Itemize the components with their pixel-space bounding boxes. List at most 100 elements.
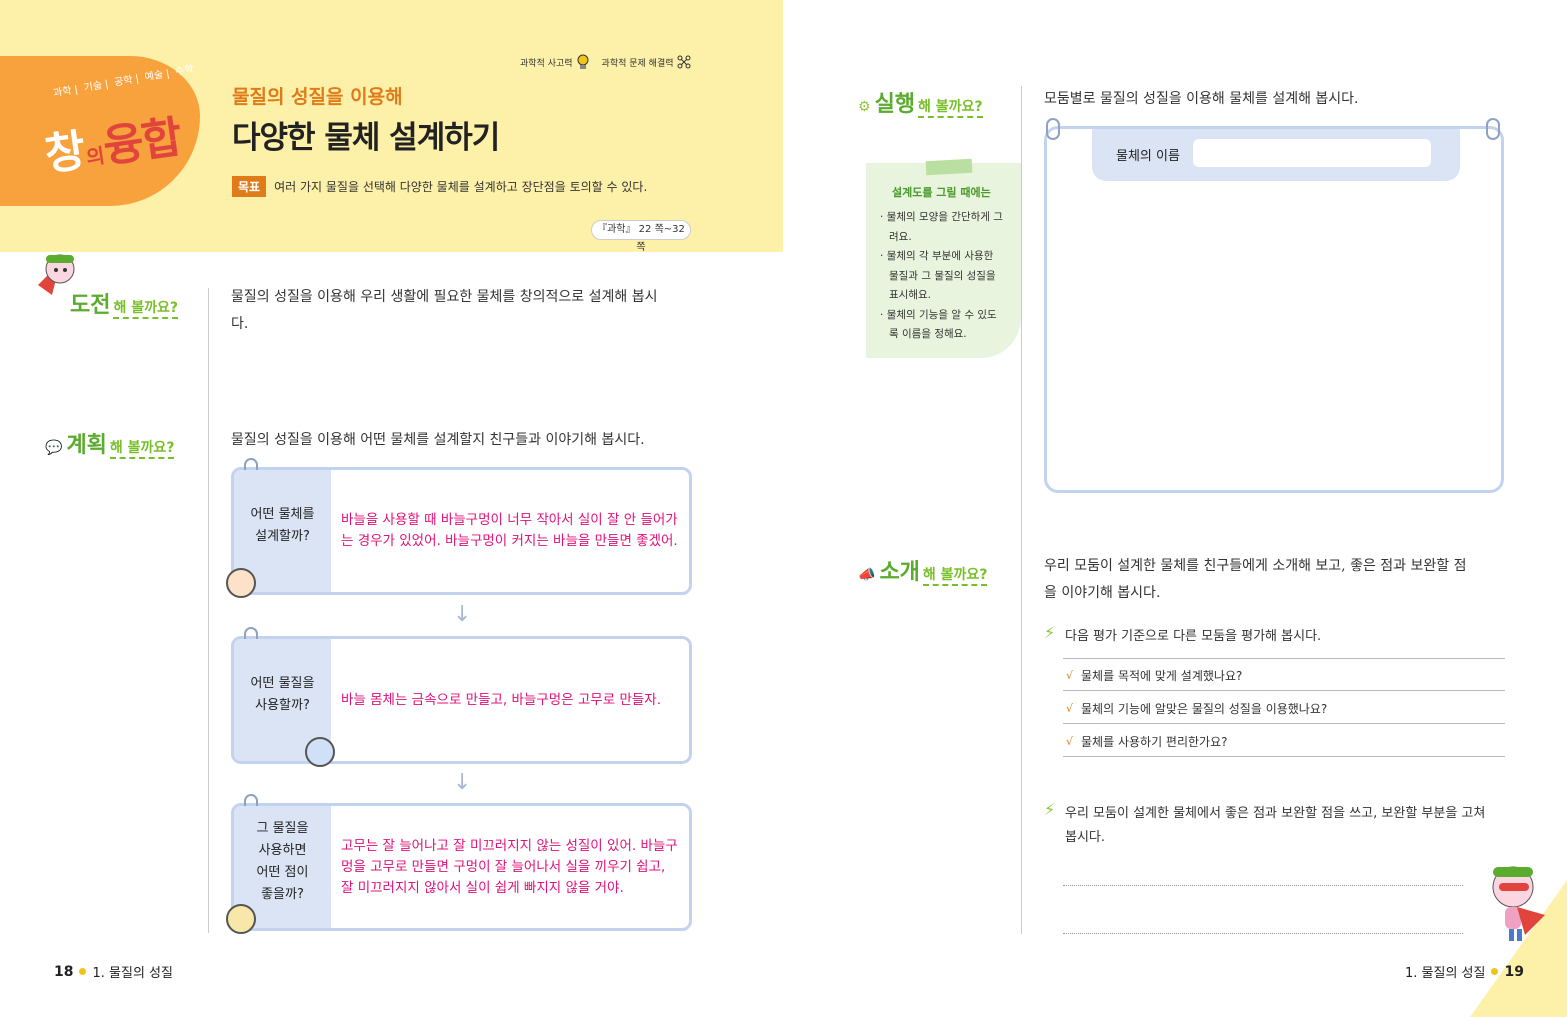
section-challenge-suffix: 해 볼까요? <box>113 297 178 319</box>
plan-card: 어떤 물체를 설계할까? 바늘을 사용할 때 바늘구멍이 너무 작아서 실이 잘… <box>226 458 692 598</box>
section-plan: 💬 계획 해 볼까요? <box>45 427 175 459</box>
section-plan-suffix: 해 볼까요? <box>109 437 175 459</box>
plan-question-line: 좋을까? <box>261 887 304 902</box>
criteria-text: 물체의 기능에 알맞은 물질의 성질을 이용했나요? <box>1081 702 1328 716</box>
plan-question-line: 어떤 물체를 <box>250 507 315 522</box>
challenge-text: 물질의 성질을 이용해 우리 생활에 필요한 물체를 창의적으로 설계해 봅시 … <box>231 284 693 338</box>
object-name-label: 물체의 이름 <box>1116 149 1180 164</box>
divider <box>1063 690 1505 691</box>
network-icon <box>677 55 691 69</box>
execute-intro: 모둠별로 물질의 성질을 이용해 물체를 설계해 봅시다. <box>1044 91 1359 107</box>
section-introduce: 📣 소개 해 볼까요? <box>858 554 988 586</box>
arrow-down-icon: ↓ <box>453 770 472 795</box>
tape-decoration <box>925 158 973 176</box>
chapter-label: 1. 물질의 성질 <box>1405 966 1486 981</box>
goal: 목표 여러 가지 물질을 선택해 다양한 물체를 설계하고 장단점을 토의할 수… <box>232 176 647 197</box>
write-prompt-line2: 봅시다. <box>1065 830 1106 845</box>
bullet-dot-icon <box>79 968 87 975</box>
chapter-label: 1. 물질의 성질 <box>92 966 173 981</box>
subtitle: 물질의 성질을 이용해 <box>232 86 403 108</box>
divider <box>208 288 209 933</box>
binder-ring-icon <box>1486 118 1500 140</box>
section-introduce-title: 소개 <box>879 560 920 585</box>
gear-icon: ⚙ <box>858 99 871 115</box>
divider <box>1063 756 1505 757</box>
plan-card: 그 물질을 사용하면 어떤 점이 좋을까? 고무는 잘 늘어나고 잘 미끄러지지… <box>226 794 692 934</box>
introduce-intro-line2: 을 이야기해 봅시다. <box>1044 585 1161 601</box>
brand-part2: 의 <box>84 143 105 170</box>
lightbulb-icon <box>577 54 589 69</box>
criteria-item: √ 물체를 사용하기 편리한가요? <box>1066 733 1228 750</box>
section-introduce-suffix: 해 볼까요? <box>922 564 988 586</box>
criteria-item: √ 물체의 기능에 알맞은 물질의 성질을 이용했나요? <box>1066 700 1327 717</box>
plan-question-line: 어떤 점이 <box>256 865 309 880</box>
plan-question-line: 그 물질을 <box>256 821 309 836</box>
design-drawing-area[interactable] <box>1044 126 1504 493</box>
introduce-intro: 우리 모둠이 설계한 물체를 친구들에게 소개해 보고, 좋은 점과 보완할 점… <box>1044 553 1514 607</box>
plan-card-question: 그 물질을 사용하면 어떤 점이 좋을까? <box>226 806 331 934</box>
design-tips-list: · 물체의 모양을 간단하게 그려요. · 물체의 각 부분에 사용한 물질과 … <box>880 208 1005 345</box>
design-tip-item: · 물체의 각 부분에 사용한 물질과 그 물질의 성질을 표시해요. <box>880 250 996 301</box>
skill-problem-solving: 과학적 문제 해결력 <box>602 55 691 69</box>
skill-problem-solving-label: 과학적 문제 해결력 <box>601 58 674 69</box>
plan-intro: 물질의 성질을 이용해 어떤 물체를 설계할지 친구들과 이야기해 봅시다. <box>231 432 645 448</box>
megaphone-icon: 📣 <box>858 567 876 583</box>
section-challenge: 도전 해 볼까요? <box>70 287 178 319</box>
section-plan-title: 계획 <box>66 433 107 458</box>
divider <box>1021 86 1022 934</box>
section-execute: ⚙ 실행 해 볼까요? <box>858 86 983 118</box>
skill-thinking: 과학적 사고력 <box>520 54 590 70</box>
speech-bubble-icon: 💬 <box>45 440 63 456</box>
design-tips-title: 설계도를 그릴 때에는 <box>892 186 991 199</box>
design-tip-text: 물체의 모양을 간단하게 그려요. <box>886 211 1003 243</box>
lightning-icon: ⚡ <box>1044 623 1056 642</box>
student-face-icon <box>305 737 335 767</box>
challenge-text-line2: 다. <box>231 316 249 332</box>
goal-tag: 목표 <box>232 176 267 197</box>
page-footer-right: 1. 물질의 성질 19 <box>1405 962 1524 982</box>
divider <box>1063 658 1505 659</box>
student-face-icon <box>226 568 256 598</box>
answer-line[interactable] <box>1063 933 1463 934</box>
brand-part1: 창 <box>41 125 87 182</box>
plan-question-line: 사용할까? <box>255 698 310 713</box>
plan-question-line: 어떤 물질을 <box>250 676 315 691</box>
page-footer-left: 18 1. 물질의 성질 <box>54 962 173 982</box>
mascot-illustration <box>1492 866 1545 941</box>
section-execute-suffix: 해 볼까요? <box>918 96 983 118</box>
challenge-text-line1: 물질의 성질을 이용해 우리 생활에 필요한 물체를 창의적으로 설계해 봅시 <box>231 289 658 305</box>
section-execute-title: 실행 <box>874 92 916 117</box>
answer-line[interactable] <box>1063 885 1463 886</box>
plan-card: 어떤 물질을 사용할까? 바늘 몸체는 금속으로 만들고, 바늘구멍은 고무로 … <box>231 627 692 767</box>
plan-card-answer: 바늘 몸체는 금속으로 만들고, 바늘구멍은 고무로 만들자. <box>341 691 661 708</box>
plan-question-line: 설계할까? <box>255 529 310 544</box>
criteria-text: 물체를 목적에 맞게 설계했나요? <box>1081 669 1243 683</box>
object-name-field[interactable] <box>1193 139 1431 167</box>
lightning-icon: ⚡ <box>1044 800 1056 819</box>
check-icon: √ <box>1066 735 1074 748</box>
check-icon: √ <box>1066 669 1074 682</box>
plan-question-line: 사용하면 <box>258 843 307 858</box>
design-tip-text: 물체의 기능을 알 수 있도록 이름을 정해요. <box>886 308 997 341</box>
write-prompt-line1: 우리 모둠이 설계한 물체에서 좋은 점과 보완할 점을 쓰고, 보완할 부분을… <box>1065 806 1486 821</box>
skill-thinking-label: 과학적 사고력 <box>520 58 573 69</box>
plan-card-question: 어떤 물체를 설계할까? <box>226 470 331 598</box>
design-tip-item: · 물체의 기능을 알 수 있도록 이름을 정해요. <box>880 308 997 341</box>
design-tip-text: 물체의 각 부분에 사용한 물질과 그 물질의 성질을 표시해요. <box>886 250 996 301</box>
criteria-text: 물체를 사용하기 편리한가요? <box>1081 735 1228 749</box>
brand-part3: 융합 <box>100 111 184 173</box>
arrow-down-icon: ↓ <box>453 602 472 627</box>
divider <box>1063 723 1505 724</box>
introduce-intro-line1: 우리 모둠이 설계한 물체를 친구들에게 소개해 보고, 좋은 점과 보완할 점 <box>1044 558 1467 574</box>
page-number: 18 <box>54 963 74 980</box>
binder-ring-icon <box>1046 118 1060 140</box>
plan-card-answer: 바늘을 사용할 때 바늘구멍이 너무 작아서 실이 잘 안 들어가는 경우가 있… <box>341 512 678 549</box>
criteria-item: √ 물체를 목적에 맞게 설계했나요? <box>1066 667 1242 684</box>
write-prompt: 우리 모둠이 설계한 물체에서 좋은 점과 보완할 점을 쓰고, 보완할 부분을… <box>1065 802 1510 850</box>
plan-card-answer: 고무는 잘 늘어나고 잘 미끄러지지 않는 성질이 있어. 바늘구멍을 고무로 … <box>341 837 678 896</box>
page-number: 19 <box>1504 963 1524 980</box>
skills: 과학적 사고력 과학적 문제 해결력 <box>520 54 691 70</box>
plan-card-question: 어떤 물질을 사용할까? <box>234 639 335 767</box>
textbook-reference: 『과학』 22 쪽~32 쪽 <box>591 220 691 253</box>
check-icon: √ <box>1066 702 1074 715</box>
